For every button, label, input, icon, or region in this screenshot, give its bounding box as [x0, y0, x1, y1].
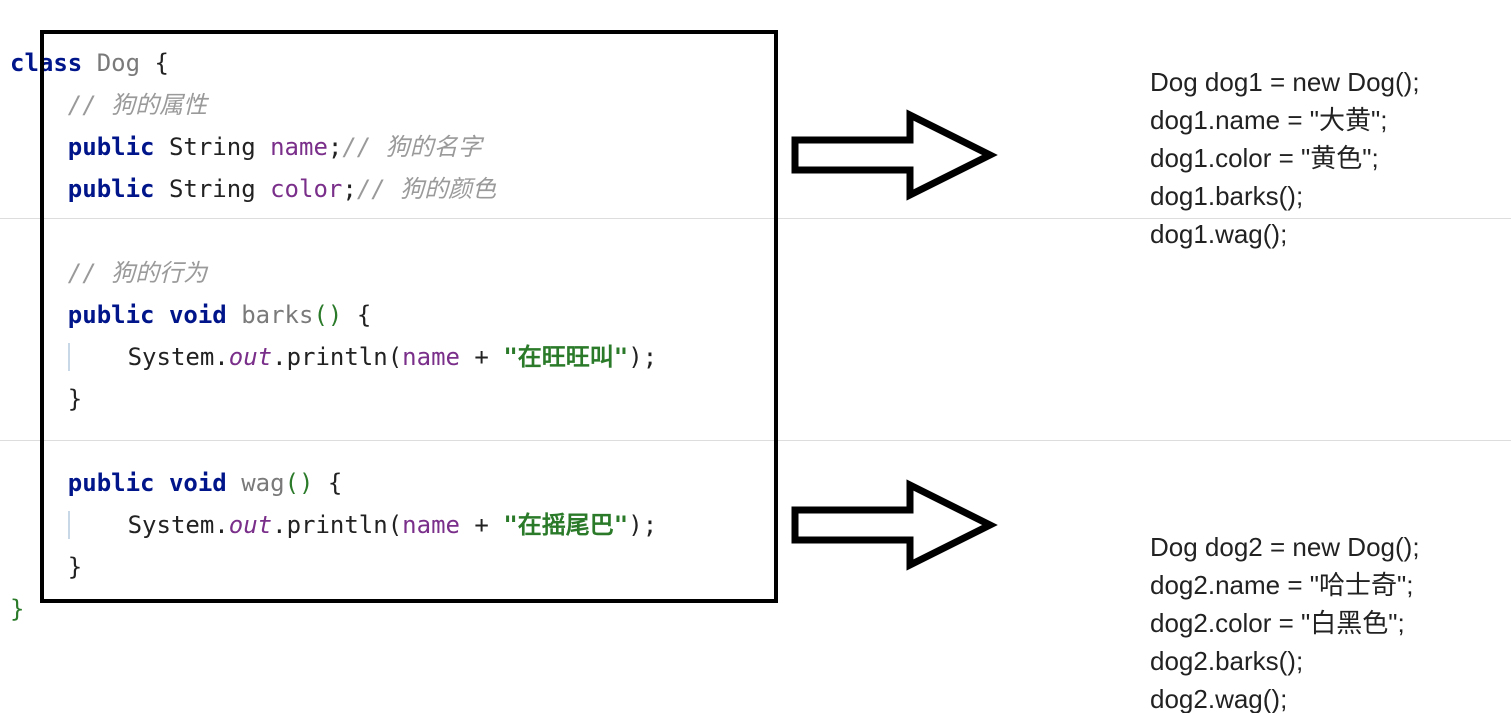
dot: . — [272, 343, 286, 371]
usage-code-dog2: Dog dog2 = new Dog(); dog2.name = "哈士奇";… — [1150, 490, 1420, 713]
dot: . — [214, 343, 228, 371]
system: System — [128, 343, 215, 371]
usage1-line3: dog1.color = "黄色"; — [1150, 143, 1379, 173]
brace-close: } — [68, 553, 82, 581]
semicolon: ; — [328, 133, 342, 161]
arg-name: name — [402, 511, 460, 539]
type-string: String — [169, 133, 256, 161]
usage2-line3: dog2.color = "白黑色"; — [1150, 608, 1405, 638]
usage1-line2: dog1.name = "大黄"; — [1150, 105, 1387, 135]
parens: () — [313, 301, 342, 329]
keyword-class: class — [10, 49, 82, 77]
field-name: name — [270, 133, 328, 161]
plus: + — [460, 511, 503, 539]
comment-attributes: // 狗的属性 — [68, 91, 207, 119]
usage2-line4: dog2.barks(); — [1150, 646, 1303, 676]
println: println — [287, 511, 388, 539]
usage1-line4: dog1.barks(); — [1150, 181, 1303, 211]
println: println — [287, 343, 388, 371]
class-brace-close: } — [10, 595, 24, 623]
usage2-line5: dog2.wag(); — [1150, 684, 1287, 713]
diagram-canvas: class Dog { // 狗的属性 public String name;/… — [0, 0, 1511, 713]
dot: . — [272, 511, 286, 539]
paren-close: ) — [628, 511, 642, 539]
dot: . — [214, 511, 228, 539]
method-wag: wag — [241, 469, 284, 497]
brace-open: { — [357, 301, 371, 329]
indent-guide — [68, 511, 70, 539]
string-wag: "在摇尾巴" — [503, 511, 628, 539]
out-field: out — [229, 343, 272, 371]
usage1-line5: dog1.wag(); — [1150, 219, 1287, 249]
brace-open: { — [328, 469, 342, 497]
brace-open: { — [155, 49, 169, 77]
keyword-public: public — [68, 301, 155, 329]
type-string: String — [169, 175, 256, 203]
arrow-icon-top — [790, 105, 1000, 205]
semicolon: ; — [643, 343, 657, 371]
indent-guide — [68, 343, 70, 371]
keyword-public: public — [68, 175, 155, 203]
keyword-public: public — [68, 469, 155, 497]
usage2-line2: dog2.name = "哈士奇"; — [1150, 570, 1413, 600]
comment-field-name: // 狗的名字 — [342, 133, 481, 161]
system: System — [128, 511, 215, 539]
paren-close: ) — [628, 343, 642, 371]
class-name: Dog — [97, 49, 140, 77]
brace-close: } — [68, 385, 82, 413]
arg-name: name — [402, 343, 460, 371]
usage1-line1: Dog dog1 = new Dog(); — [1150, 67, 1420, 97]
comment-behaviors: // 狗的行为 — [68, 259, 207, 287]
field-color: color — [270, 175, 342, 203]
plus: + — [460, 343, 503, 371]
out-field: out — [229, 511, 272, 539]
keyword-void: void — [169, 469, 227, 497]
usage-code-dog1: Dog dog1 = new Dog(); dog1.name = "大黄"; … — [1150, 25, 1420, 253]
method-barks: barks — [241, 301, 313, 329]
arrow-icon-bottom — [790, 475, 1000, 575]
semicolon: ; — [643, 511, 657, 539]
comment-field-color: // 狗的颜色 — [357, 175, 496, 203]
paren-open: ( — [388, 343, 402, 371]
class-definition-code: class Dog { // 狗的属性 public String name;/… — [10, 0, 657, 630]
parens: () — [285, 469, 314, 497]
semicolon: ; — [342, 175, 356, 203]
keyword-public: public — [68, 133, 155, 161]
usage2-line1: Dog dog2 = new Dog(); — [1150, 532, 1420, 562]
paren-open: ( — [388, 511, 402, 539]
keyword-void: void — [169, 301, 227, 329]
string-barks: "在旺旺叫" — [503, 343, 628, 371]
